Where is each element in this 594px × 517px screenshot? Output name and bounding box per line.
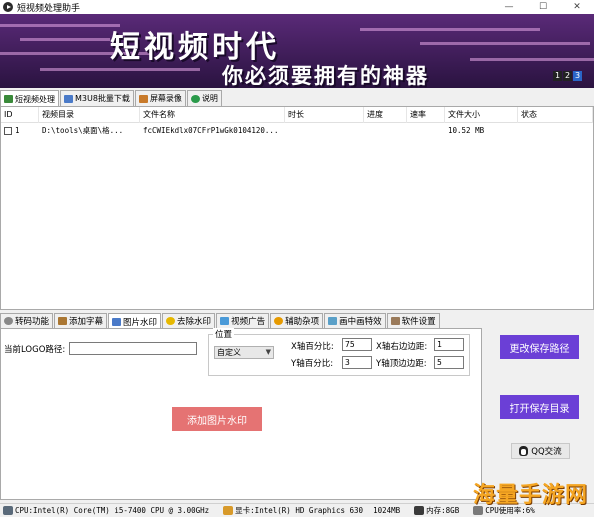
tools-icon [274, 317, 284, 325]
eraser-icon [166, 317, 176, 325]
open-save-dir-button[interactable]: 打开保存目录 [500, 395, 579, 419]
banner-subtitle: 你必须要拥有的神器 [222, 64, 429, 88]
x-percent-label: X轴百分比: [291, 342, 334, 352]
promo-banner[interactable]: 短视频时代 你必须要拥有的神器 1 2 3 [0, 14, 594, 88]
col-id[interactable]: ID [1, 106, 39, 123]
position-select[interactable]: 自定义 ▼ [214, 346, 274, 359]
position-group-label: 位置 [213, 328, 235, 340]
gpu-memory: 1024MB [373, 506, 401, 515]
tab-help[interactable]: 说明 [186, 90, 222, 106]
row-dir: D:\tools\桌面\格... [42, 125, 124, 135]
minimize-button[interactable]: — [492, 0, 526, 14]
cpu-info: CPU:Intel(R) Core(TM) i5-7400 CPU @ 3.00… [15, 506, 210, 515]
film-icon [64, 94, 73, 103]
y-top-margin-label: Y轴顶边边距: [376, 359, 427, 369]
col-size[interactable]: 文件大小 [445, 106, 518, 123]
chevron-down-icon: ▼ [265, 348, 271, 356]
memory-info: 内存:8GB [426, 506, 460, 515]
x-percent-field[interactable]: 75 [342, 338, 372, 351]
col-rate[interactable]: 速率 [407, 106, 445, 123]
memory-icon [414, 506, 425, 515]
banner-page-1[interactable]: 1 [553, 71, 562, 81]
row-name: fcCWIEkdlx07CFrP1wGk0104120... [143, 125, 279, 135]
tab-transcode[interactable]: 转码功能 [0, 313, 54, 328]
qq-penguin-icon [519, 446, 529, 456]
tab-image-watermark[interactable]: 图片水印 [108, 313, 162, 329]
main-tabs: 短视频处理 M3U8批量下载 屏幕录像 说明 [0, 90, 222, 107]
close-button[interactable]: ✕ [560, 0, 594, 14]
qq-chat-button[interactable]: QQ交流 [511, 443, 570, 459]
col-duration[interactable]: 时长 [285, 106, 364, 123]
info-icon [190, 94, 200, 103]
col-name[interactable]: 文件名称 [140, 106, 285, 123]
banner-page-3[interactable]: 3 [573, 71, 582, 81]
window-title: 短视频处理助手 [17, 3, 81, 14]
tab-subtitle[interactable]: 添加字幕 [54, 313, 108, 328]
tab-settings[interactable]: 软件设置 [386, 313, 440, 328]
col-status[interactable]: 状态 [518, 106, 593, 123]
title-bar: 短视频处理助手 — ☐ ✕ [0, 0, 594, 14]
y-percent-field[interactable]: 3 [342, 356, 372, 369]
tab-short-video[interactable]: 短视频处理 [0, 90, 59, 107]
pip-icon [328, 317, 338, 325]
x-right-margin-label: X轴右边边距: [376, 342, 428, 352]
image-icon [112, 317, 122, 326]
gpu-icon [223, 506, 234, 515]
row-id: 1 [15, 125, 20, 135]
file-list-table[interactable]: ID 视频目录 文件名称 时长 进度 速率 文件大小 状态 1 D:\tools… [0, 106, 594, 310]
scissors-icon [4, 95, 13, 103]
tab-m3u8-download[interactable]: M3U8批量下载 [60, 90, 134, 106]
gpu-info: 显卡:Intel(R) HD Graphics 630 [235, 506, 364, 515]
x-right-margin-field[interactable]: 1 [434, 338, 464, 351]
tab-video-ad[interactable]: 视频广告 [216, 313, 270, 328]
col-dir[interactable]: 视频目录 [39, 106, 140, 123]
tab-pip[interactable]: 画中画特效 [324, 313, 386, 328]
table-header: ID 视频目录 文件名称 时长 进度 速率 文件大小 状态 [1, 106, 593, 123]
pen-icon [58, 317, 68, 325]
tab-screen-record[interactable]: 屏幕录像 [134, 90, 186, 106]
app-play-icon [3, 2, 13, 12]
row-size: 10.52 MB [448, 125, 485, 135]
window-controls: — ☐ ✕ [492, 0, 594, 14]
cpu-icon [3, 506, 13, 515]
gear-icon [4, 317, 13, 325]
change-save-path-button[interactable]: 更改保存路径 [500, 335, 579, 359]
camera-icon [138, 94, 148, 103]
banner-pager: 1 2 3 [553, 71, 582, 81]
logo-path-field[interactable] [69, 342, 197, 355]
table-row[interactable]: 1 D:\tools\桌面\格... fcCWIEkdlx07CFrP1wGk0… [1, 123, 593, 137]
settings-icon [390, 317, 400, 325]
function-tabs: 转码功能 添加字幕 图片水印 去除水印 视频广告 辅助杂项 画中画特效 软件设置 [0, 313, 440, 329]
banner-page-2[interactable]: 2 [563, 71, 572, 81]
tab-misc[interactable]: 辅助杂项 [270, 313, 324, 328]
tab-remove-watermark[interactable]: 去除水印 [162, 313, 216, 328]
add-image-watermark-button[interactable]: 添加图片水印 [172, 407, 262, 431]
tv-icon [220, 317, 230, 325]
site-watermark: 海量手游网 [472, 483, 588, 508]
col-progress[interactable]: 进度 [364, 106, 407, 123]
y-percent-label: Y轴百分比: [291, 359, 334, 369]
row-checkbox[interactable] [4, 126, 12, 135]
logo-path-label: 当前LOGO路径: [4, 345, 66, 355]
maximize-button[interactable]: ☐ [526, 0, 560, 14]
y-top-margin-field[interactable]: 5 [434, 356, 464, 369]
